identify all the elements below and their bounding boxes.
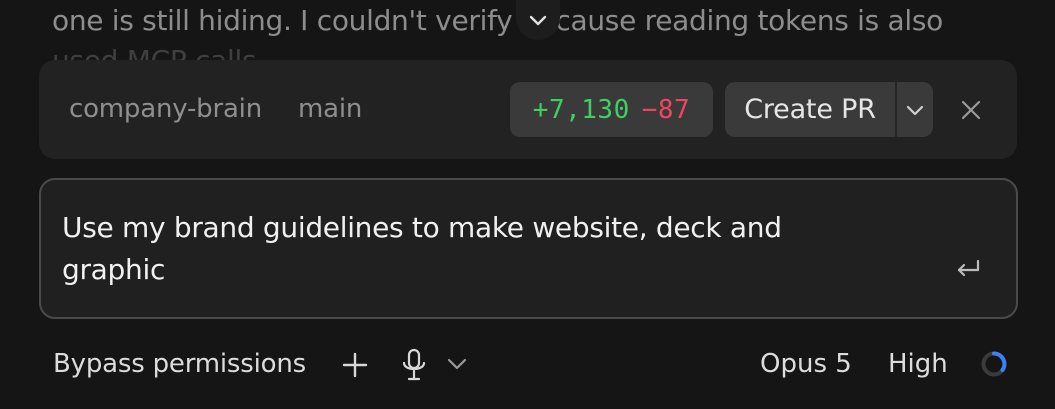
chevron-down-icon[interactable]	[446, 356, 468, 372]
composer-toolbar: Bypass permissions Opus 5 High	[0, 330, 1055, 400]
deletions-count: −87	[641, 94, 691, 125]
branch-bar: company-brain main +7,130 −87 Create PR	[39, 60, 1017, 159]
close-icon	[961, 100, 981, 120]
microphone-icon[interactable]	[400, 347, 428, 383]
enter-icon[interactable]	[953, 258, 983, 282]
permissions-mode-button[interactable]: Bypass permissions	[53, 347, 306, 381]
chevron-down-icon	[529, 15, 547, 26]
transcript-line: one is still hiding. I couldn't verify b…	[52, 4, 943, 37]
prompt-text[interactable]: Use my brand guidelines to make website,…	[62, 207, 882, 291]
prompt-input[interactable]: Use my brand guidelines to make website,…	[39, 178, 1018, 319]
plus-icon[interactable]	[340, 350, 370, 380]
effort-selector[interactable]: High	[888, 347, 948, 381]
additions-count: +7,130	[532, 94, 630, 125]
close-branch-bar-button[interactable]	[955, 94, 987, 126]
app-root: one is still hiding. I couldn't verify b…	[0, 0, 1055, 409]
context-usage-ring-icon[interactable]	[980, 350, 1008, 378]
repo-name[interactable]: company-brain	[69, 92, 262, 126]
model-selector[interactable]: Opus 5	[760, 347, 852, 381]
diff-stats-badge[interactable]: +7,130 −87	[510, 82, 713, 137]
create-pr-split-button: Create PR	[725, 82, 933, 137]
create-pr-options-button[interactable]	[897, 82, 933, 137]
branch-name[interactable]: main	[298, 92, 362, 126]
create-pr-button[interactable]: Create PR	[725, 82, 895, 137]
chevron-down-icon	[906, 105, 924, 115]
